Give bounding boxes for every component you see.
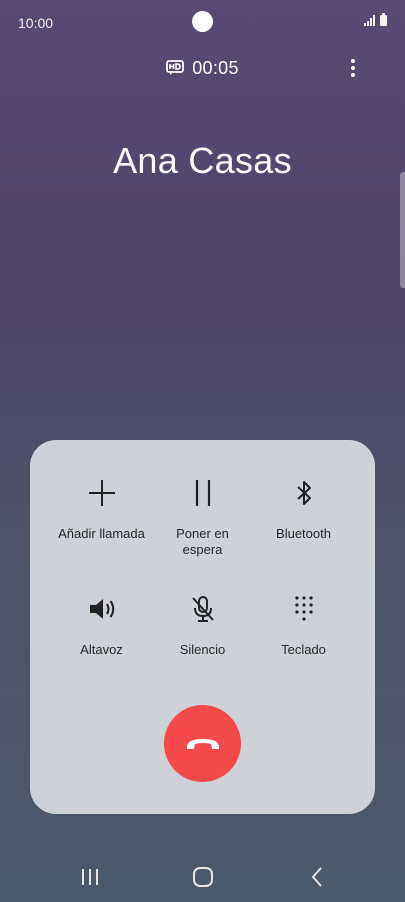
hold-call-label: Poner en espera xyxy=(176,526,229,557)
home-icon xyxy=(193,867,213,887)
more-dot-icon xyxy=(351,59,355,63)
bluetooth-label: Bluetooth xyxy=(276,526,331,541)
end-call-button[interactable] xyxy=(164,705,241,782)
more-dot-icon xyxy=(351,73,355,77)
status-icons xyxy=(364,13,387,26)
home-button[interactable] xyxy=(188,864,218,890)
more-dot-icon xyxy=(351,66,355,70)
status-bar: 10:00 xyxy=(0,0,405,46)
keypad-button[interactable]: Teclado xyxy=(246,592,361,658)
signal-icon xyxy=(364,15,375,26)
mute-label: Silencio xyxy=(179,642,226,657)
status-time: 10:00 xyxy=(18,15,54,31)
hold-call-button[interactable]: Poner en espera xyxy=(145,476,260,558)
keypad-label: Teclado xyxy=(281,642,326,657)
caller-name: Ana Casas xyxy=(113,140,292,181)
back-button[interactable] xyxy=(302,864,332,890)
speaker-icon xyxy=(85,592,119,626)
plus-icon xyxy=(85,476,119,510)
add-call-label: Añadir llamada xyxy=(58,526,145,541)
camera-cutout xyxy=(192,11,213,32)
hd-voice-icon xyxy=(166,60,185,75)
recent-apps-icon xyxy=(82,869,98,885)
mute-button[interactable]: Silencio xyxy=(145,592,260,658)
more-options-button[interactable] xyxy=(343,56,363,80)
bluetooth-button[interactable]: Bluetooth xyxy=(246,476,361,542)
navigation-bar xyxy=(0,852,405,902)
speaker-button[interactable]: Altavoz xyxy=(44,592,159,658)
end-call-icon xyxy=(186,738,219,749)
battery-icon xyxy=(380,13,387,26)
call-timer: 00:05 xyxy=(192,57,239,78)
mic-off-icon xyxy=(186,592,220,626)
edge-panel-handle[interactable] xyxy=(400,172,405,288)
add-call-button[interactable]: Añadir llamada xyxy=(44,476,159,542)
speaker-label: Altavoz xyxy=(80,642,123,657)
call-controls-panel: Añadir llamada Poner en espera Bluetooth xyxy=(30,440,375,814)
back-icon xyxy=(311,867,322,887)
recent-apps-button[interactable] xyxy=(75,864,105,890)
bluetooth-icon xyxy=(287,476,321,510)
pause-icon xyxy=(186,476,220,510)
keypad-icon xyxy=(287,592,321,626)
